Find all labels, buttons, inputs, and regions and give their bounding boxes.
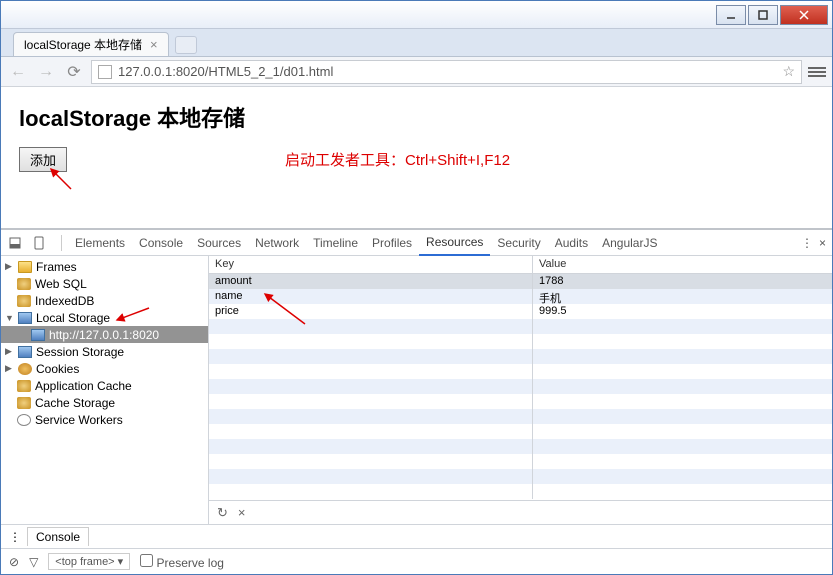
resources-sidebar: ▶Frames Web SQL IndexedDB ▼Local Storage…	[1, 256, 209, 524]
tree-cookies[interactable]: ▶Cookies	[1, 360, 208, 377]
annotation-arrow	[47, 165, 77, 200]
tree-websql[interactable]: Web SQL	[1, 275, 208, 292]
storage-table: Key Value amount1788name手机price999.5 ↻ ×	[209, 256, 832, 524]
tab-close-icon[interactable]: ×	[150, 37, 158, 52]
tree-appcache[interactable]: Application Cache	[1, 377, 208, 394]
tree-localstorage-origin[interactable]: http://127.0.0.1:8020	[1, 326, 208, 343]
kv-row[interactable]	[209, 334, 832, 349]
device-icon[interactable]	[31, 235, 47, 251]
kv-row[interactable]	[209, 469, 832, 484]
kv-header: Key Value	[209, 256, 832, 274]
kv-row[interactable]	[209, 439, 832, 454]
console-filter-bar: ⊘ ▽ <top frame> ▾ Preserve log	[1, 548, 832, 574]
page-heading: localStorage 本地存储	[19, 101, 814, 133]
kv-row[interactable]	[209, 349, 832, 364]
page-content: localStorage 本地存储 添加 启动工发者工具：Ctrl+Shift+…	[1, 87, 832, 228]
dock-icon[interactable]	[7, 235, 23, 251]
console-drawer-bar: ⋮ Console	[1, 524, 832, 548]
browser-tabstrip: localStorage 本地存储 ×	[1, 29, 832, 57]
key-header[interactable]: Key	[209, 256, 533, 273]
kv-row[interactable]	[209, 454, 832, 469]
tab-network[interactable]: Network	[248, 230, 306, 256]
kv-row[interactable]	[209, 484, 832, 499]
tree-sessionstorage[interactable]: ▶Session Storage	[1, 343, 208, 360]
kv-row[interactable]	[209, 379, 832, 394]
tab-console[interactable]: Console	[132, 230, 190, 256]
value-header[interactable]: Value	[533, 256, 832, 273]
kv-row[interactable]	[209, 424, 832, 439]
browser-tab[interactable]: localStorage 本地存储 ×	[13, 32, 169, 56]
devtools-more-icon[interactable]: ⋮	[801, 236, 813, 250]
devtools-close-icon[interactable]: ×	[819, 236, 826, 250]
annotation-arrow	[113, 306, 153, 329]
window-titlebar	[1, 1, 832, 29]
close-button[interactable]	[780, 5, 828, 25]
url-input[interactable]	[118, 64, 782, 79]
filter-icon[interactable]: ▽	[29, 555, 38, 569]
forward-button[interactable]: →	[35, 61, 57, 83]
clear-console-icon[interactable]: ⊘	[9, 555, 19, 569]
tab-audits[interactable]: Audits	[548, 230, 595, 256]
tree-localstorage[interactable]: ▼Local Storage	[1, 309, 208, 326]
minimize-button[interactable]	[716, 5, 746, 25]
kv-row[interactable]	[209, 364, 832, 379]
delete-icon[interactable]: ×	[238, 505, 246, 520]
tab-title: localStorage 本地存储	[24, 36, 142, 53]
hint-text: 启动工发者工具：Ctrl+Shift+I,F12	[285, 149, 510, 170]
kv-row[interactable]	[209, 394, 832, 409]
devtools-tabbar: Elements Console Sources Network Timelin…	[1, 230, 832, 256]
tab-security[interactable]: Security	[490, 230, 547, 256]
tree-indexeddb[interactable]: IndexedDB	[1, 292, 208, 309]
kv-row[interactable]: amount1788	[209, 274, 832, 289]
devtools-panel: Elements Console Sources Network Timelin…	[1, 228, 832, 574]
url-input-wrap[interactable]: ☆	[91, 60, 802, 84]
new-tab-button[interactable]	[175, 36, 197, 54]
tab-angularjs[interactable]: AngularJS	[595, 230, 664, 256]
tab-resources[interactable]: Resources	[419, 230, 490, 256]
page-icon	[98, 65, 112, 79]
storage-toolbar: ↻ ×	[209, 500, 832, 524]
tree-serviceworkers[interactable]: Service Workers	[1, 411, 208, 428]
frame-select[interactable]: <top frame> ▾	[48, 553, 130, 570]
tab-profiles[interactable]: Profiles	[365, 230, 419, 256]
drawer-more-icon[interactable]: ⋮	[9, 530, 21, 544]
tree-cachestorage[interactable]: Cache Storage	[1, 394, 208, 411]
console-drawer-tab[interactable]: Console	[27, 527, 89, 546]
tree-frames[interactable]: ▶Frames	[1, 258, 208, 275]
back-button[interactable]: ←	[7, 61, 29, 83]
kv-row[interactable]	[209, 409, 832, 424]
tab-sources[interactable]: Sources	[190, 230, 248, 256]
browser-menu-button[interactable]	[808, 67, 826, 77]
tab-timeline[interactable]: Timeline	[306, 230, 365, 256]
preserve-log-checkbox[interactable]	[140, 554, 153, 567]
reload-button[interactable]: ⟳	[63, 61, 85, 83]
bookmark-icon[interactable]: ☆	[782, 63, 795, 80]
tab-elements[interactable]: Elements	[68, 230, 132, 256]
refresh-icon[interactable]: ↻	[217, 505, 228, 521]
maximize-button[interactable]	[748, 5, 778, 25]
annotation-arrow	[261, 290, 311, 335]
preserve-log-label[interactable]: Preserve log	[140, 554, 224, 570]
address-bar: ← → ⟳ ☆	[1, 57, 832, 87]
